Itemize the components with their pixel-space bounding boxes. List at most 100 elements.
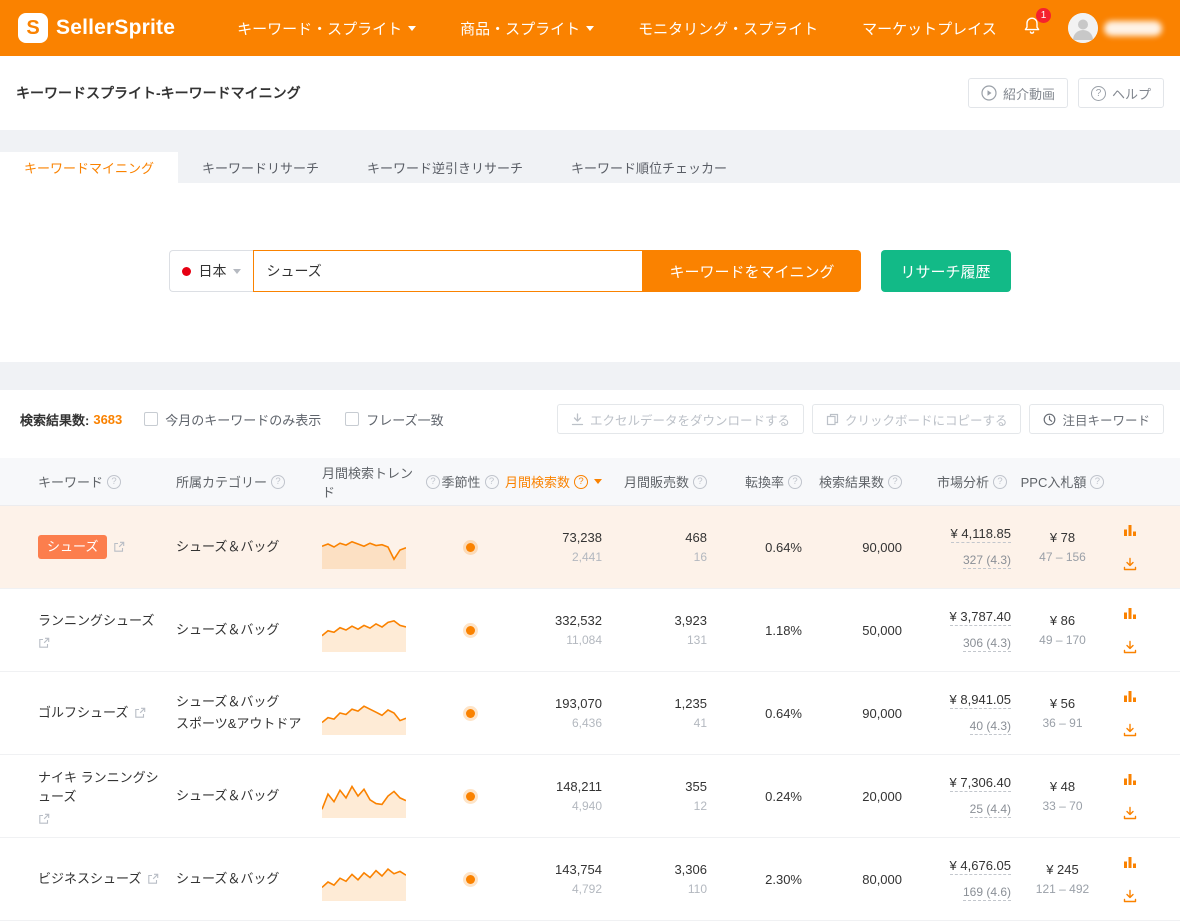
help-button[interactable]: ? ヘルプ — [1077, 78, 1164, 108]
tab-keyword-mining[interactable]: キーワードマイニング — [0, 152, 179, 183]
help-icon[interactable] — [888, 474, 902, 489]
keyword-input[interactable] — [253, 250, 644, 292]
market-analysis-icon[interactable] — [1123, 523, 1137, 537]
help-icon[interactable] — [693, 474, 707, 489]
nav-item-keyword-sprite[interactable]: キーワード・スプライト — [237, 18, 417, 39]
market-value[interactable]: ¥ 4,118.85 — [950, 526, 1011, 543]
trend-cell — [310, 689, 440, 738]
col-market-analysis[interactable]: 市場分析 — [910, 472, 1015, 491]
market-analysis-icon[interactable] — [1123, 606, 1137, 620]
table-row[interactable]: ビジネスシューズ シューズ＆バッグ 143,754 4,792 3,306 11… — [0, 838, 1180, 921]
brand-logo[interactable]: S SellerSprite — [18, 13, 175, 43]
download-icon[interactable] — [1123, 557, 1137, 571]
filter-current-month[interactable]: 今月のキーワードのみ表示 — [144, 410, 321, 429]
col-search-volume-sorted[interactable]: 月間検索数 — [500, 472, 610, 491]
notifications-button[interactable]: 1 — [1022, 7, 1051, 41]
checkbox[interactable] — [144, 412, 159, 426]
row-actions — [1110, 769, 1150, 823]
sort-desc-icon[interactable] — [594, 479, 602, 484]
market-value[interactable]: ¥ 4,676.05 — [949, 858, 1011, 875]
category-label: スポーツ&アウトドア — [176, 716, 302, 731]
sales-value: 3,306 — [674, 862, 707, 877]
table-row[interactable]: ランニングシューズ シューズ＆バッグ 332,532 11,084 3,923 — [0, 589, 1180, 672]
intro-video-button[interactable]: 紹介動画 — [967, 78, 1068, 108]
search-volume-value: 143,754 — [555, 862, 602, 877]
tab-keyword-research[interactable]: キーワードリサーチ — [178, 152, 343, 183]
results-count-value: 50,000 — [862, 622, 902, 638]
market-value[interactable]: ¥ 3,787.40 — [949, 609, 1011, 626]
market-sub[interactable]: 327 (4.3) — [962, 553, 1011, 569]
tab-keyword-rank-checker[interactable]: キーワード順位チェッカー — [547, 152, 751, 183]
conversion-cell: 0.64% — [715, 706, 810, 721]
row-actions — [1110, 686, 1150, 740]
col-category[interactable]: 所属カテゴリー — [170, 472, 310, 491]
help-icon[interactable] — [574, 474, 588, 489]
external-link-icon[interactable] — [38, 813, 50, 825]
market-sub[interactable]: 306 (4.3) — [962, 636, 1011, 652]
help-icon[interactable] — [1090, 474, 1105, 489]
help-icon[interactable] — [271, 474, 286, 489]
external-link-icon[interactable] — [38, 637, 50, 649]
nav-item-product-sprite[interactable]: 商品・スプライト — [460, 18, 595, 39]
keyword-label[interactable]: ビジネスシューズ — [38, 869, 141, 889]
market-sub[interactable]: 169 (4.6) — [962, 885, 1011, 901]
help-icon[interactable] — [993, 474, 1007, 489]
tab-reverse-keyword-research[interactable]: キーワード逆引きリサーチ — [343, 152, 547, 183]
col-conversion[interactable]: 転換率 — [715, 472, 810, 491]
copy-clipboard-button[interactable]: クリックボードにコピーする — [811, 404, 1022, 434]
external-link-icon[interactable] — [134, 707, 146, 719]
mine-keywords-button[interactable]: キーワードをマイニング — [643, 250, 861, 292]
nav-item-monitoring-sprite[interactable]: モニタリング・スプライト — [638, 18, 818, 39]
table-row[interactable]: ナイキ ランニングシューズ シューズ＆バッグ 148,211 4,940 355 — [0, 755, 1180, 838]
external-link-icon[interactable] — [113, 541, 125, 553]
ppc-range: 36 – 91 — [1042, 716, 1083, 730]
col-trend[interactable]: 月間検索トレンド — [310, 463, 440, 501]
keyword-label[interactable]: シューズ — [38, 535, 108, 559]
col-label: 転換率 — [744, 475, 784, 490]
external-link-icon[interactable] — [147, 873, 159, 885]
help-icon[interactable] — [484, 474, 499, 489]
checkbox[interactable] — [345, 412, 360, 426]
user-account[interactable] — [1068, 13, 1162, 43]
nav-item-marketplace[interactable]: マーケットプレイス — [862, 18, 997, 39]
help-icon[interactable] — [788, 474, 802, 489]
keyword-label[interactable]: ゴルフシューズ — [38, 703, 128, 723]
market-value[interactable]: ¥ 8,941.05 — [949, 692, 1011, 709]
col-keyword[interactable]: キーワード — [20, 472, 170, 491]
sales-cell: 1,235 41 — [610, 696, 715, 730]
help-icon[interactable] — [107, 474, 122, 489]
download-icon[interactable] — [1123, 889, 1137, 903]
research-history-button[interactable]: リサーチ履歴 — [880, 250, 1011, 292]
search-volume-sub: 4,940 — [571, 799, 602, 813]
market-analysis-icon[interactable] — [1123, 689, 1137, 703]
marketplace-select[interactable]: 日本 — [169, 250, 254, 292]
export-excel-button[interactable]: エクセルデータをダウンロードする — [556, 404, 804, 434]
search-volume-cell: 332,532 11,084 — [500, 613, 610, 647]
market-analysis-icon[interactable] — [1123, 772, 1137, 786]
filter-phrase-match[interactable]: フレーズ一致 — [345, 410, 444, 429]
market-sub[interactable]: 25 (4.4) — [969, 802, 1011, 818]
col-label: 季節性 — [441, 475, 481, 490]
conversion-value: 0.64% — [765, 705, 802, 721]
download-icon[interactable] — [1123, 640, 1137, 654]
keyword-label[interactable]: ランニングシューズ — [38, 611, 154, 631]
brand-logo-icon: S — [18, 13, 48, 43]
col-ppc-bid[interactable]: PPC入札額 — [1015, 472, 1110, 491]
featured-keywords-button[interactable]: 注目キーワード — [1029, 404, 1164, 434]
table-row[interactable]: ゴルフシューズ シューズ＆バッグ スポーツ&アウトドア 193,070 6,436… — [0, 672, 1180, 755]
table-row[interactable]: シューズ シューズ＆バッグ 73,238 2,441 468 16 0.64% … — [0, 506, 1180, 589]
col-label: 月間検索数 — [504, 475, 570, 490]
table-body: シューズ シューズ＆バッグ 73,238 2,441 468 16 0.64% … — [0, 506, 1180, 921]
page-header: キーワードスプライト-キーワードマイニング 紹介動画 ? ヘルプ — [0, 56, 1180, 130]
help-icon[interactable] — [426, 474, 440, 489]
col-results-count[interactable]: 検索結果数 — [810, 472, 910, 491]
keyword-label[interactable]: ナイキ ランニングシューズ — [38, 768, 166, 807]
download-icon[interactable] — [1123, 723, 1137, 737]
ppc-bid-cell: ¥ 78 47 – 156 — [1015, 530, 1110, 564]
market-analysis-icon[interactable] — [1123, 855, 1137, 869]
col-seasonality[interactable]: 季節性 — [440, 472, 500, 491]
market-value[interactable]: ¥ 7,306.40 — [949, 775, 1011, 792]
market-sub[interactable]: 40 (4.3) — [969, 719, 1011, 735]
col-sales[interactable]: 月間販売数 — [610, 472, 715, 491]
download-icon[interactable] — [1123, 806, 1137, 820]
